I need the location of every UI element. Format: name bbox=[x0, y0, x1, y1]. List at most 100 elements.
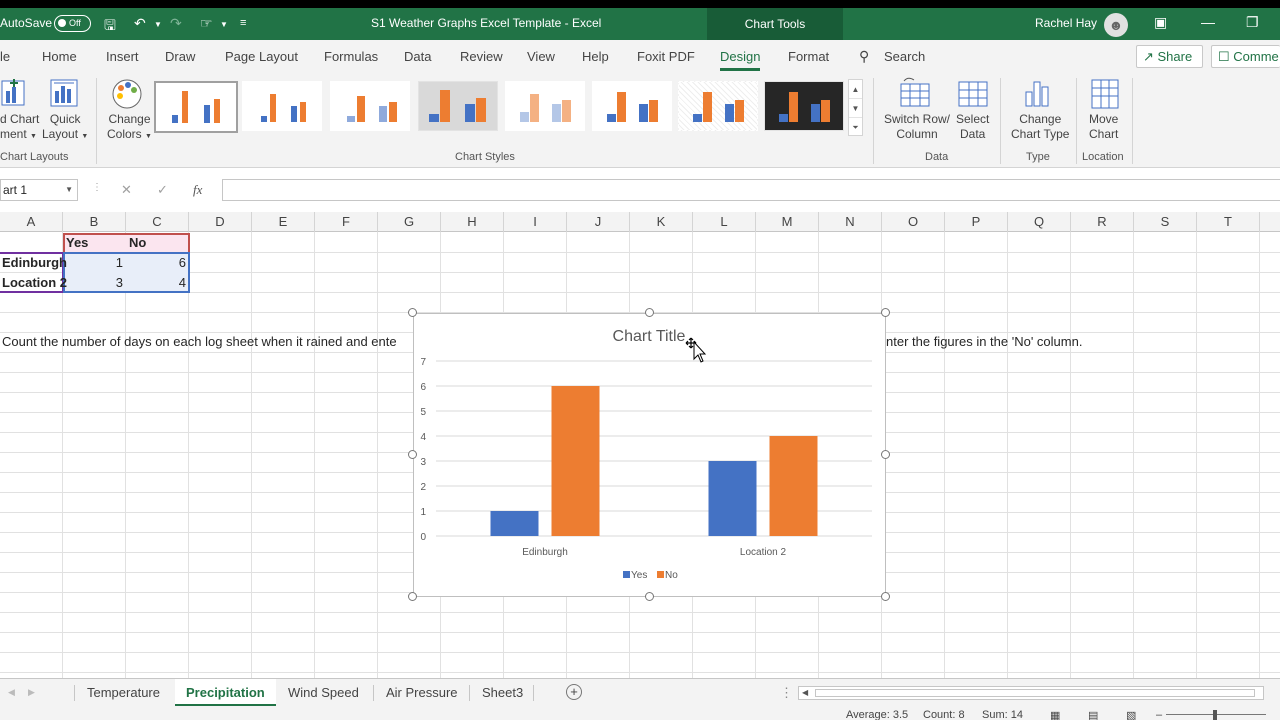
more-styles-icon[interactable]: ⏷ bbox=[849, 118, 862, 137]
column-header-c[interactable]: C bbox=[126, 212, 189, 232]
column-header-e[interactable]: E bbox=[252, 212, 315, 232]
scroll-right-icon[interactable]: ▶ bbox=[28, 687, 35, 698]
cell-b3[interactable]: 3 bbox=[63, 273, 123, 292]
bar-yes-0[interactable] bbox=[490, 511, 539, 536]
restore-icon[interactable]: ❐ bbox=[1246, 14, 1259, 31]
sheet-tab-wind-speed[interactable]: Wind Speed bbox=[288, 685, 359, 700]
column-header-i[interactable]: I bbox=[504, 212, 567, 232]
chart-style-8[interactable] bbox=[764, 81, 844, 131]
chart-style-5[interactable] bbox=[505, 81, 585, 131]
tab-help[interactable]: Help bbox=[582, 49, 609, 64]
column-header-l[interactable]: L bbox=[693, 212, 756, 232]
chart-style-7[interactable] bbox=[678, 81, 758, 131]
chart-style-3[interactable] bbox=[330, 81, 410, 131]
column-header-a[interactable]: A bbox=[0, 212, 63, 232]
chart-style-2[interactable] bbox=[242, 81, 322, 131]
resize-handle[interactable] bbox=[408, 592, 417, 601]
search-icon[interactable]: ⚲ bbox=[859, 48, 869, 65]
column-header-k[interactable]: K bbox=[630, 212, 693, 232]
column-header-g[interactable]: G bbox=[378, 212, 441, 232]
sheet-tab-air-pressure[interactable]: Air Pressure bbox=[386, 685, 458, 700]
share-button[interactable]: ↗ Share bbox=[1136, 45, 1203, 68]
resize-handle[interactable] bbox=[645, 592, 654, 601]
undo-icon[interactable]: ↶ bbox=[134, 15, 146, 32]
column-header-r[interactable]: R bbox=[1071, 212, 1134, 232]
undo-dropdown-icon[interactable]: ▼ bbox=[154, 20, 162, 29]
resize-handle[interactable] bbox=[408, 450, 417, 459]
insert-function-icon[interactable]: fx bbox=[193, 182, 202, 198]
cell-a3[interactable]: Location 2 bbox=[2, 273, 67, 292]
tab-format[interactable]: Format bbox=[788, 49, 829, 64]
instruction-text-left[interactable]: Count the number of days on each log she… bbox=[2, 332, 397, 351]
sheet-tab-sheet3[interactable]: Sheet3 bbox=[482, 685, 523, 700]
tab-review[interactable]: Review bbox=[460, 49, 503, 64]
bar-no-0[interactable] bbox=[551, 386, 600, 536]
scrollbar-thumb[interactable] bbox=[815, 689, 1255, 697]
comments-button[interactable]: ☐ Comme bbox=[1211, 45, 1280, 68]
zoom-slider-thumb[interactable] bbox=[1213, 710, 1217, 720]
resize-handle[interactable] bbox=[881, 450, 890, 459]
tab-page-layout[interactable]: Page Layout bbox=[225, 49, 298, 64]
scroll-left-icon[interactable]: ◀ bbox=[8, 687, 15, 698]
column-header-n[interactable]: N bbox=[819, 212, 882, 232]
status-sum[interactable]: Sum: 14 bbox=[982, 709, 1023, 720]
tab-home[interactable]: Home bbox=[42, 49, 77, 64]
chart-style-1[interactable] bbox=[154, 81, 238, 133]
normal-view-icon[interactable]: ▦ bbox=[1050, 709, 1060, 720]
column-header-o[interactable]: O bbox=[882, 212, 945, 232]
tab-insert[interactable]: Insert bbox=[106, 49, 139, 64]
scroll-down-icon[interactable]: ▼ bbox=[849, 99, 862, 118]
column-header-h[interactable]: H bbox=[441, 212, 504, 232]
column-header-t[interactable]: T bbox=[1197, 212, 1260, 232]
touch-dropdown-icon[interactable]: ▼ bbox=[220, 20, 228, 29]
resize-handle[interactable] bbox=[881, 308, 890, 317]
sheet-tab-temperature[interactable]: Temperature bbox=[87, 685, 160, 700]
horizontal-scrollbar[interactable]: ◀ bbox=[798, 686, 1264, 700]
add-sheet-icon[interactable]: + bbox=[566, 684, 582, 700]
page-break-view-icon[interactable]: ▧ bbox=[1126, 709, 1136, 720]
minimize-icon[interactable]: — bbox=[1201, 14, 1215, 30]
resize-handle[interactable] bbox=[408, 308, 417, 317]
resize-handle[interactable] bbox=[645, 308, 654, 317]
name-box[interactable]: art 1 ▼ bbox=[0, 179, 78, 201]
split-handle-icon[interactable]: ⋮ bbox=[780, 685, 793, 701]
cell-b2[interactable]: 1 bbox=[63, 253, 123, 272]
resize-handle[interactable] bbox=[881, 592, 890, 601]
column-header-q[interactable]: Q bbox=[1008, 212, 1071, 232]
customize-qat-icon[interactable]: ≡ bbox=[240, 17, 246, 29]
chart-title[interactable]: Chart Title bbox=[613, 328, 686, 345]
tab-draw[interactable]: Draw bbox=[165, 49, 195, 64]
worksheet-grid[interactable]: A B C D E F G H I J K L M N O P Q R S T bbox=[0, 212, 1280, 678]
zoom-out-icon[interactable]: – bbox=[1156, 709, 1162, 720]
tab-design[interactable]: Design bbox=[720, 49, 761, 71]
sheet-tab-precipitation[interactable]: Precipitation bbox=[175, 679, 276, 706]
column-header-m[interactable]: M bbox=[756, 212, 819, 232]
column-header-d[interactable]: D bbox=[189, 212, 252, 232]
column-header-s[interactable]: S bbox=[1134, 212, 1197, 232]
tab-foxit-pdf[interactable]: Foxit PDF bbox=[637, 49, 695, 64]
cell-c3[interactable]: 4 bbox=[126, 273, 186, 292]
tab-view[interactable]: View bbox=[527, 49, 555, 64]
user-avatar-icon[interactable]: ☻ bbox=[1104, 13, 1128, 37]
legend-label[interactable]: Yes bbox=[631, 570, 647, 581]
column-header-p[interactable]: P bbox=[945, 212, 1008, 232]
chart-style-4[interactable] bbox=[418, 81, 498, 131]
formula-input[interactable] bbox=[222, 179, 1280, 201]
bar-no-1[interactable] bbox=[769, 436, 818, 536]
touch-mode-icon[interactable]: ☞ bbox=[200, 15, 213, 32]
column-header-j[interactable]: J bbox=[567, 212, 630, 232]
save-icon[interactable]: 🖫 bbox=[104, 15, 116, 39]
chart-object[interactable]: Chart Title 0 1 2 3 4 5 6 7 Edinburgh Location 2 Ye… bbox=[413, 313, 886, 597]
cell-c2[interactable]: 6 bbox=[126, 253, 186, 272]
legend-label[interactable]: No bbox=[665, 570, 678, 581]
tab-data[interactable]: Data bbox=[404, 49, 431, 64]
ribbon-display-icon[interactable]: ▣ bbox=[1154, 14, 1167, 31]
status-average[interactable]: Average: 3.5 bbox=[846, 709, 908, 720]
status-count[interactable]: Count: 8 bbox=[923, 709, 965, 720]
page-layout-view-icon[interactable]: ▤ bbox=[1088, 709, 1098, 720]
bar-yes-1[interactable] bbox=[708, 461, 757, 536]
cell-b1[interactable]: Yes bbox=[66, 233, 88, 252]
column-header-f[interactable]: F bbox=[315, 212, 378, 232]
tab-file[interactable]: le bbox=[0, 49, 10, 64]
autosave-toggle[interactable]: Off bbox=[54, 15, 91, 32]
